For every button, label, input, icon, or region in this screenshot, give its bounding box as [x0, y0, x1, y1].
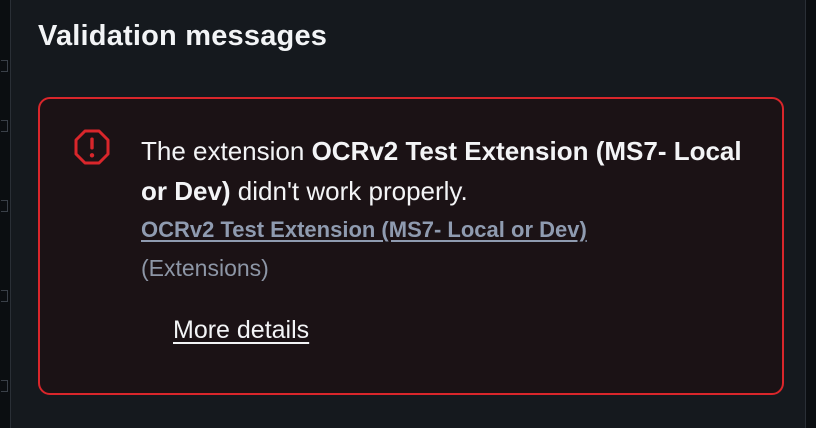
toolbar-tick	[1, 60, 8, 72]
more-details-link[interactable]: More details	[173, 316, 309, 345]
validation-window: Validation messages The extension OCRv2 …	[0, 0, 816, 428]
toolbar-tick	[1, 120, 8, 132]
validation-panel: Validation messages The extension OCRv2 …	[12, 0, 804, 428]
alert-message: The extension OCRv2 Test Extension (MS7-…	[141, 131, 751, 287]
alert-text: The extension OCRv2 Test Extension (MS7-…	[141, 131, 751, 211]
toolbar-tick	[1, 290, 8, 302]
left-toolbar-edge	[0, 0, 11, 428]
message-suffix: didn't work properly.	[230, 176, 468, 206]
error-alert: The extension OCRv2 Test Extension (MS7-…	[38, 97, 784, 395]
extension-link[interactable]: OCRv2 Test Extension (MS7- Local or Dev)	[141, 211, 751, 249]
toolbar-tick	[1, 200, 8, 212]
right-scrollbar-edge	[805, 0, 816, 428]
toolbar-tick	[1, 380, 8, 392]
message-prefix: The extension	[141, 136, 312, 166]
octagon-alert-icon	[74, 129, 110, 165]
panel-title: Validation messages	[38, 20, 328, 52]
extension-category: (Extensions)	[141, 255, 269, 281]
